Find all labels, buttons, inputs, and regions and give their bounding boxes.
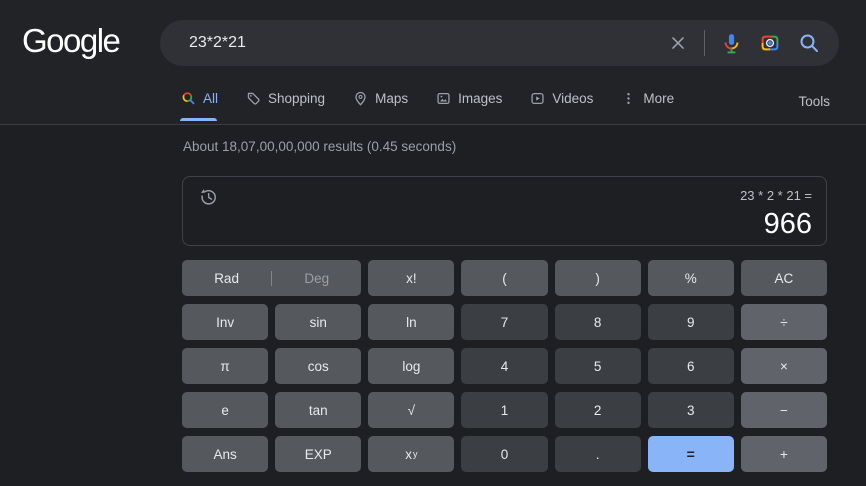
digit-1-key[interactable]: 1 <box>461 392 548 428</box>
pi-key[interactable]: π <box>182 348 269 384</box>
digit-5-key[interactable]: 5 <box>554 348 641 384</box>
google-logo[interactable]: Google <box>22 22 121 60</box>
result-stats: About 18,07,00,00,000 results (0.45 seco… <box>183 139 457 154</box>
multiply-key[interactable]: × <box>740 348 827 384</box>
search-icon[interactable] <box>797 31 821 55</box>
log-key[interactable]: log <box>368 348 455 384</box>
calc-result: 966 <box>763 208 812 240</box>
rad-label[interactable]: Rad <box>182 271 271 286</box>
minus-key[interactable]: − <box>740 392 827 428</box>
open-paren-key[interactable]: ( <box>461 260 548 296</box>
maps-pin-icon <box>355 91 366 106</box>
microphone-icon[interactable] <box>720 32 743 55</box>
history-icon[interactable] <box>197 186 219 208</box>
digit-7-key[interactable]: 7 <box>461 304 548 340</box>
deg-label[interactable]: Deg <box>272 271 361 286</box>
tan-key[interactable]: tan <box>275 392 362 428</box>
digit-3-key[interactable]: 3 <box>647 392 734 428</box>
divide-key[interactable]: ÷ <box>740 304 827 340</box>
cos-key[interactable]: cos <box>275 348 362 384</box>
search-bar[interactable] <box>160 20 839 66</box>
search-header: Google 23*2*21 All Shopping Maps Images … <box>0 0 866 125</box>
more-dots-icon <box>627 92 631 105</box>
digit-0-key[interactable]: 0 <box>461 436 548 472</box>
decimal-key[interactable]: . <box>554 436 641 472</box>
sin-key[interactable]: sin <box>275 304 362 340</box>
exp-key[interactable]: EXP <box>275 436 362 472</box>
power-key[interactable]: xy <box>368 436 455 472</box>
e-key[interactable]: e <box>182 392 269 428</box>
rad-deg-toggle[interactable]: Rad Deg <box>182 260 362 296</box>
all-search-icon <box>182 92 195 105</box>
percent-key[interactable]: % <box>647 260 734 296</box>
ac-key[interactable]: AC <box>740 260 827 296</box>
results-area: About 18,07,00,00,000 results (0.45 seco… <box>0 126 866 486</box>
calculator-keypad: Rad Deg x! ( ) % AC Inv sin ln 7 8 9 ÷ π… <box>182 260 827 472</box>
digit-2-key[interactable]: 2 <box>554 392 641 428</box>
tab-maps-label: Maps <box>375 91 409 106</box>
tab-all-label: All <box>203 91 219 106</box>
lens-camera-icon[interactable] <box>758 31 782 55</box>
equals-key[interactable]: = <box>647 436 734 472</box>
active-tab-underline <box>180 118 217 121</box>
result-tabs: All Shopping Maps Images Videos More <box>181 91 674 106</box>
close-paren-key[interactable]: ) <box>554 260 641 296</box>
digit-4-key[interactable]: 4 <box>461 348 548 384</box>
ln-key[interactable]: ln <box>368 304 455 340</box>
tab-videos[interactable]: Videos <box>530 91 593 106</box>
search-input[interactable] <box>160 20 667 66</box>
inv-key[interactable]: Inv <box>182 304 269 340</box>
tab-maps[interactable]: Maps <box>353 91 408 106</box>
shopping-tag-icon <box>247 92 260 105</box>
sqrt-key[interactable]: √ <box>368 392 455 428</box>
tab-images[interactable]: Images <box>436 91 502 106</box>
images-icon <box>437 92 450 105</box>
tab-all[interactable]: All <box>181 91 218 106</box>
tools-button[interactable]: Tools <box>798 94 830 109</box>
digit-6-key[interactable]: 6 <box>647 348 734 384</box>
search-bar-divider <box>704 30 705 56</box>
videos-icon <box>531 92 544 105</box>
digit-9-key[interactable]: 9 <box>647 304 734 340</box>
factorial-key[interactable]: x! <box>368 260 455 296</box>
plus-key[interactable]: + <box>740 436 827 472</box>
clear-icon[interactable] <box>667 32 689 54</box>
tab-shopping-label: Shopping <box>268 91 326 106</box>
tab-more[interactable]: More <box>621 91 674 106</box>
calc-expression: 23 * 2 * 21 = <box>740 188 812 203</box>
tab-images-label: Images <box>458 91 503 106</box>
power-base: x <box>405 446 412 462</box>
tab-videos-label: Videos <box>552 91 594 106</box>
power-exponent: y <box>412 449 418 459</box>
tab-shopping[interactable]: Shopping <box>246 91 325 106</box>
ans-key[interactable]: Ans <box>182 436 269 472</box>
calculator-widget: 23 * 2 * 21 = 966 Rad Deg x! ( ) % AC In… <box>182 176 827 472</box>
digit-8-key[interactable]: 8 <box>554 304 641 340</box>
calculator-display: 23 * 2 * 21 = 966 <box>182 176 827 246</box>
tab-more-label: More <box>643 91 675 106</box>
